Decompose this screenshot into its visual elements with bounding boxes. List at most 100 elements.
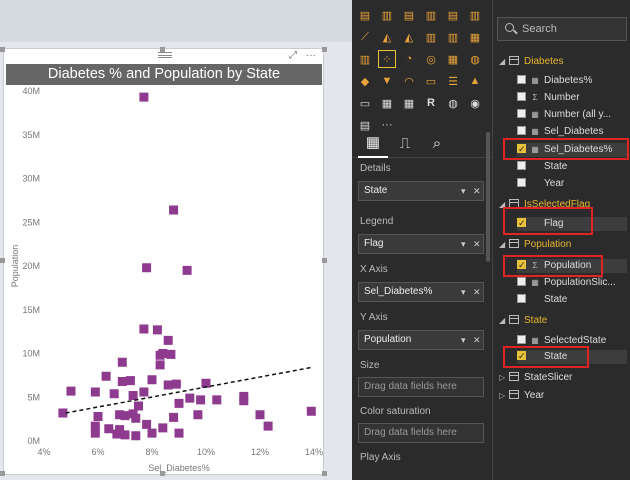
line-stacked-column-icon[interactable]: ▥ bbox=[444, 28, 462, 46]
chevron-down-icon[interactable]: ▾ bbox=[461, 182, 466, 200]
resize-handle-br[interactable] bbox=[322, 471, 327, 476]
field-population-slicer[interactable]: ▦ PopulationSlic... bbox=[517, 276, 627, 290]
stacked-column-icon[interactable]: ▥ bbox=[378, 6, 396, 24]
checkbox[interactable] bbox=[517, 126, 526, 135]
funnel-icon[interactable]: ▼ bbox=[378, 72, 396, 90]
field-number[interactable]: Σ Number bbox=[517, 91, 627, 105]
remove-field-icon[interactable]: ✕ bbox=[473, 283, 481, 301]
field-year[interactable]: Year bbox=[517, 177, 627, 191]
field-diabetes-pct[interactable]: ▦ Diabetes% bbox=[517, 74, 627, 88]
line-column-icon[interactable]: ▥ bbox=[422, 28, 440, 46]
expand-arrow-icon[interactable]: ▷ bbox=[499, 371, 509, 385]
clustered-column-icon[interactable]: ▥ bbox=[422, 6, 440, 24]
area-chart-icon[interactable]: ◭ bbox=[378, 28, 396, 46]
kpi-icon[interactable]: ▲ bbox=[466, 72, 484, 90]
100-bar-icon[interactable]: ▤ bbox=[444, 6, 462, 24]
line-chart-icon[interactable]: ⟋ bbox=[356, 28, 374, 46]
slicer-icon[interactable]: ▭ bbox=[356, 94, 374, 112]
data-point bbox=[131, 431, 141, 441]
collapse-arrow-icon[interactable]: ◢ bbox=[499, 55, 509, 69]
checkbox[interactable] bbox=[517, 178, 526, 187]
chevron-down-icon[interactable]: ▾ bbox=[461, 331, 466, 349]
100-column-icon[interactable]: ▥ bbox=[466, 6, 484, 24]
remove-field-icon[interactable]: ✕ bbox=[473, 235, 481, 253]
r-visual-icon[interactable]: R bbox=[422, 94, 440, 112]
color-saturation-well[interactable]: Drag data fields here bbox=[358, 423, 484, 443]
resize-handle-tr[interactable] bbox=[322, 47, 327, 52]
highlight-box-sel-diabetes-pct bbox=[503, 138, 629, 160]
expand-arrow-icon[interactable]: ▷ bbox=[499, 389, 509, 403]
checkbox[interactable] bbox=[517, 161, 526, 170]
matrix-icon[interactable]: ▦ bbox=[400, 94, 418, 112]
arcgis-icon[interactable]: ◉ bbox=[466, 94, 484, 112]
scatter-chart-icon[interactable]: ⁘ bbox=[378, 50, 396, 68]
calculated-field-icon: ▦ bbox=[531, 127, 539, 136]
gauge-icon[interactable]: ◠ bbox=[400, 72, 418, 90]
donut-chart-icon[interactable]: ◎ bbox=[422, 50, 440, 68]
field-number-all-years[interactable]: ▦ Number (all y... bbox=[517, 108, 627, 122]
checkbox[interactable] bbox=[517, 294, 526, 303]
field-population-state[interactable]: State bbox=[517, 293, 627, 307]
globe-icon[interactable]: ◍ bbox=[444, 94, 462, 112]
field-label: SelectedState bbox=[544, 335, 607, 346]
field-state[interactable]: State bbox=[517, 160, 627, 174]
y-tick-label: 30M bbox=[22, 174, 40, 184]
table-icon[interactable]: ▦ bbox=[378, 94, 396, 112]
checkbox[interactable] bbox=[517, 277, 526, 286]
pane-tabs: ▦ ⎍ ⌕ bbox=[352, 128, 492, 158]
chevron-down-icon[interactable]: ▾ bbox=[461, 235, 466, 253]
fields-tab-icon[interactable]: ▦ bbox=[358, 128, 388, 158]
legend-well[interactable]: Flag ▾ ✕ bbox=[358, 234, 484, 254]
analytics-magnifier-icon[interactable]: ⌕ bbox=[422, 128, 452, 158]
clustered-bar-icon[interactable]: ▤ bbox=[400, 6, 418, 24]
treemap-icon[interactable]: ▦ bbox=[444, 50, 462, 68]
checkbox[interactable] bbox=[517, 92, 526, 101]
x-axis-well-value: Sel_Diabetes% bbox=[364, 286, 433, 297]
filled-map-icon[interactable]: ◆ bbox=[356, 72, 374, 90]
collapse-arrow-icon[interactable]: ◢ bbox=[499, 314, 509, 328]
size-well[interactable]: Drag data fields here bbox=[358, 377, 484, 397]
table-stateslicer[interactable]: ▷ StateSlicer bbox=[499, 371, 572, 385]
scatter-visual[interactable]: ⤢ ··· Diabetes % and Population by State… bbox=[3, 48, 324, 475]
table-year[interactable]: ▷ Year bbox=[499, 389, 544, 403]
stacked-bar-icon[interactable]: ▤ bbox=[356, 6, 374, 24]
pie-chart-icon[interactable]: ◔ bbox=[400, 50, 418, 68]
field-label: Diabetes% bbox=[544, 75, 593, 86]
data-point bbox=[263, 421, 273, 431]
more-options-icon[interactable]: ··· bbox=[306, 50, 316, 62]
y-tick-label: 35M bbox=[22, 130, 40, 140]
checkbox[interactable] bbox=[517, 335, 526, 344]
card-icon[interactable]: ▭ bbox=[422, 72, 440, 90]
collapse-arrow-icon[interactable]: ◢ bbox=[499, 238, 509, 252]
table-state[interactable]: ◢ State bbox=[499, 314, 547, 328]
x-axis-well[interactable]: Sel_Diabetes% ▾ ✕ bbox=[358, 282, 484, 302]
waterfall-icon[interactable]: ▥ bbox=[356, 50, 374, 68]
resize-handle-bl[interactable] bbox=[0, 471, 5, 476]
report-canvas[interactable]: ⤢ ··· Diabetes % and Population by State… bbox=[0, 0, 352, 480]
drag-grip-icon[interactable] bbox=[158, 52, 172, 58]
resize-handle-top[interactable] bbox=[160, 47, 165, 52]
field-sel-diabetes[interactable]: ▦ Sel_Diabetes bbox=[517, 125, 627, 139]
stacked-area-icon[interactable]: ◭ bbox=[400, 28, 418, 46]
checkbox[interactable] bbox=[517, 109, 526, 118]
focus-mode-icon[interactable]: ⤢ bbox=[289, 50, 297, 62]
search-input[interactable]: Search bbox=[497, 17, 627, 41]
multi-row-card-icon[interactable]: ☰ bbox=[444, 72, 462, 90]
format-roller-icon[interactable]: ⎍ bbox=[390, 128, 420, 158]
scatter-plot[interactable]: 0M 5M 10M 15M 20M 25M 30M 35M 40M 4% 6% 8% 10% 12% 14%… bbox=[4, 85, 323, 475]
ribbon-chart-icon[interactable]: ▦ bbox=[466, 28, 484, 46]
resize-handle-right[interactable] bbox=[322, 258, 327, 263]
table-population[interactable]: ◢ Population bbox=[499, 238, 571, 252]
map-icon[interactable]: ◍ bbox=[466, 50, 484, 68]
table-diabetes[interactable]: ◢ Diabetes bbox=[499, 55, 563, 69]
remove-field-icon[interactable]: ✕ bbox=[473, 182, 481, 200]
resize-handle-bottom[interactable] bbox=[160, 471, 165, 476]
checkbox[interactable] bbox=[517, 75, 526, 84]
remove-field-icon[interactable]: ✕ bbox=[473, 331, 481, 349]
details-well[interactable]: State ▾ ✕ bbox=[358, 181, 484, 201]
pane-scrollbar[interactable] bbox=[486, 132, 490, 262]
chevron-down-icon[interactable]: ▾ bbox=[461, 283, 466, 301]
y-axis-well[interactable]: Population ▾ ✕ bbox=[358, 330, 484, 350]
resize-handle-left[interactable] bbox=[0, 258, 5, 263]
resize-handle-tl[interactable] bbox=[0, 47, 5, 52]
